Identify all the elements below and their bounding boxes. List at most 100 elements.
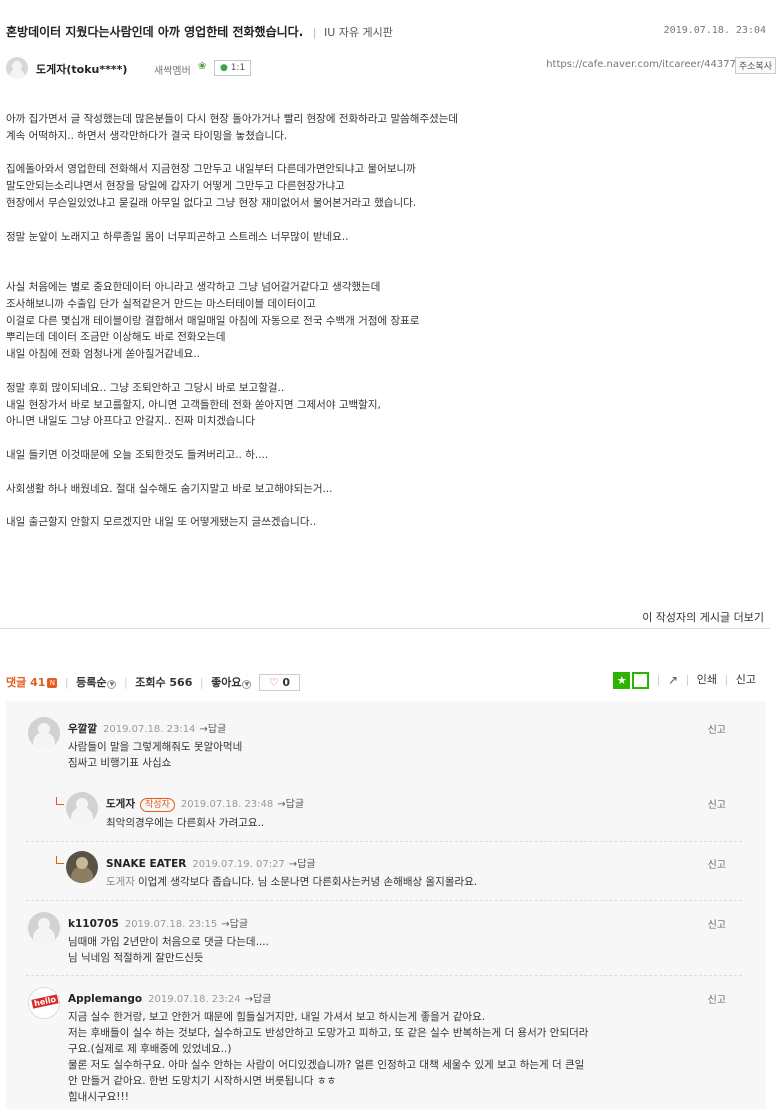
body-line: 사실 처음에는 별로 중요한데이터 아니라고 생각하고 그냥 넘어갈거같다고 생… — [6, 280, 381, 293]
print-link[interactable]: 인쇄 — [697, 673, 717, 686]
author-name[interactable]: 도게자(toku****) — [36, 61, 127, 77]
commenter-nick[interactable]: Applemango — [68, 993, 142, 1005]
report-link[interactable]: 신고 — [736, 673, 756, 686]
comment-date: 2019.07.18. 23:24 — [148, 994, 241, 1005]
reply-label: 답글 — [285, 799, 305, 810]
reply-label: 답글 — [297, 859, 316, 870]
author-badge: 작성자 — [139, 798, 175, 812]
comment-divider — [26, 975, 742, 976]
new-badge-icon: N — [47, 678, 58, 688]
comment-count[interactable]: 댓글 41 — [6, 676, 45, 689]
commenter-nick[interactable]: k110705 — [68, 918, 119, 930]
comment-date: 2019.07.18. 23:14 — [102, 724, 196, 735]
body-line: 내일 아침에 전화 엄청나게 쏟아질거같네요.. — [6, 348, 200, 361]
comment-line: 물론 저도 실수하구요. 아마 실수 안하는 사람이 어디있겠습니까? 얼른 인… — [68, 1059, 585, 1071]
reply-button[interactable]: →답글 — [289, 859, 316, 870]
body-line — [6, 212, 766, 229]
separator: | — [64, 676, 69, 689]
more-posts-link[interactable]: 이 작성자의 게시글 더보기 — [642, 609, 764, 625]
mention-tag[interactable]: 도게자 — [106, 876, 135, 888]
share-icon[interactable]: ↗ — [668, 673, 678, 687]
separator: | — [123, 676, 128, 689]
commenter-avatar[interactable] — [28, 912, 60, 944]
post-title: 혼방데이터 지웠다는사람인데 아까 영업한테 전화했습니다. — [6, 25, 304, 39]
star-icon[interactable]: ★ — [613, 671, 631, 689]
like-button[interactable]: ♡ 0 — [258, 674, 300, 691]
like-count: 0 — [282, 676, 290, 689]
comment-line: 사람들이 말을 그렇게해줘도 못알아먹네 — [68, 741, 243, 753]
separator: | — [685, 673, 690, 686]
separator: | — [199, 676, 204, 689]
commenter-avatar[interactable] — [66, 851, 98, 883]
post-date: 2019.07.18. 23:04 — [663, 25, 766, 36]
comment-report-link[interactable]: 신고 — [708, 796, 726, 811]
comment-date: 2019.07.19. 07:27 — [192, 859, 285, 870]
comment-text: 님때매 가입 2년만이 처음으로 댓글 다는데.... 님 닉네임 적절하게 잘… — [68, 934, 269, 966]
view-count: 조회수 566 — [135, 676, 193, 689]
commenter-avatar[interactable]: hello — [28, 987, 60, 1019]
body-line: 정말 후회 많이되네요.. 그냥 조퇴안하고 그당시 바로 보고할걸.. — [6, 381, 285, 394]
body-line: 뿌리는데 데이터 조금만 이상해도 바로 전화오는데 — [6, 331, 226, 344]
comment-report-link[interactable]: 신고 — [708, 916, 726, 931]
commenter-nick[interactable]: 우깔깔 — [68, 723, 97, 735]
comment-divider — [26, 841, 742, 842]
chevron-down-icon[interactable]: ▼ — [242, 680, 252, 689]
chevron-down-icon[interactable]: ▼ — [107, 680, 117, 689]
post-title-row: 혼방데이터 지웠다는사람인데 아까 영업한테 전화했습니다. | IU 자유 게… — [6, 23, 776, 43]
reply-indicator-icon — [56, 856, 64, 864]
comment-text: 최악의경우에는 다른회사 가려고요.. — [106, 815, 264, 831]
comment-report-link[interactable]: 신고 — [708, 856, 726, 871]
body-line: 내일 현장가서 바로 보고를할지, 아니면 고객들한테 전화 쏟아지면 그제서야… — [6, 398, 381, 411]
commenter-nick[interactable]: SNAKE EATER — [106, 858, 186, 870]
body-line — [6, 497, 766, 514]
body-line: 내일 들키면 이것때문에 오늘 조퇴한것도 들켜버리고.. 하.... — [6, 448, 269, 461]
sprout-icon: ❀ — [198, 61, 207, 72]
comment-line: 짐싸고 비행기표 사십쇼 — [68, 757, 172, 769]
reply-button[interactable]: →답글 — [277, 799, 304, 810]
comment-date: 2019.07.18. 23:48 — [180, 799, 274, 810]
sort-dropdown[interactable]: 등록순 — [76, 676, 106, 689]
body-line: 현장에서 무슨일있었냐고 묻길래 아무일 없다고 그냥 현장 재미없어서 물어본… — [6, 196, 417, 209]
reply-button[interactable]: →답글 — [221, 919, 248, 930]
separator: | — [724, 673, 729, 686]
comment-report-link[interactable]: 신고 — [708, 991, 726, 1006]
body-line: 계속 어떡하지.. 하면서 생각만하다가 결국 타이밍을 놓쳤습니다. — [6, 129, 288, 142]
separator: | — [656, 673, 661, 686]
body-line — [6, 262, 766, 279]
body-line: 아니면 내일도 그냥 아프다고 안갈지.. 진짜 미치겠습니다 — [6, 415, 255, 428]
author-row: 도게자(toku****) 새싹멤버 ❀ ● 1:1 https://cafe.… — [6, 57, 776, 81]
reply-button[interactable]: →답글 — [245, 994, 272, 1005]
commenter-nick[interactable]: 도게자 — [106, 798, 135, 810]
body-line: 집에돌아와서 영업한테 전화해서 지금현장 그만두고 내일부터 다른데가면안되냐… — [6, 163, 416, 176]
comment-item: k110705 2019.07.18. 23:15 →답글 신고 님때매 가입 2년… — [6, 904, 766, 974]
body-line: 사회생활 하나 배웠네요. 절대 실수해도 숨기지말고 바로 보고해야되는거..… — [6, 482, 333, 495]
reply-label: 답글 — [207, 724, 227, 735]
body-line — [6, 430, 766, 447]
comment-line: 님때매 가입 2년만이 처음으로 댓글 다는데.... — [68, 936, 269, 948]
heart-icon: ♡ — [268, 676, 279, 689]
board-link[interactable]: IU 자유 게시판 — [324, 26, 393, 39]
comment-item: hello Applemango 2019.07.18. 23:24 →답글 신고 … — [6, 979, 766, 1109]
commenter-avatar[interactable] — [28, 717, 60, 749]
comment-report-link[interactable]: 신고 — [708, 721, 726, 736]
comment-reply-item: SNAKE EATER 2019.07.19. 07:27 →답글 신고 도게자 이업… — [6, 846, 766, 904]
member-level: 새싹멤버 — [154, 66, 191, 77]
comment-text: 지금 실수 한거랑, 보고 안한거 때문에 힘들실거지만, 내일 가셔서 보고 … — [68, 1009, 588, 1105]
comment-line: 지금 실수 한거랑, 보고 안한거 때문에 힘들실거지만, 내일 가셔서 보고 … — [68, 1011, 486, 1023]
author-avatar[interactable] — [6, 57, 28, 79]
comment-list: 우깔깔 2019.07.18. 23:14 →답글 신고 사람들이 말을 그렇게해줘… — [6, 701, 766, 1109]
comment-line: 안 만들거 같아요. 한번 도망치기 시작하시면 버릇됩니다 ㅎㅎ — [68, 1075, 337, 1087]
commenter-avatar[interactable] — [66, 792, 98, 824]
chat-button[interactable]: ● 1:1 — [214, 60, 252, 76]
copy-url-button[interactable]: 주소복사 — [734, 57, 776, 74]
reply-button[interactable]: →답글 — [199, 724, 226, 735]
like-label[interactable]: 좋아요 — [211, 676, 241, 689]
scrap-icon[interactable] — [632, 671, 650, 689]
post-url: https://cafe.naver.com/itcareer/44377 — [546, 59, 736, 70]
comment-toolbar: 댓글 41 N | 등록순 ▼ | 조회수 566 | 좋아요 ▼ ♡ 0 ★ | ↗… — [6, 671, 776, 693]
comment-item: 우깔깔 2019.07.18. 23:14 →답글 신고 사람들이 말을 그렇게해줘… — [6, 701, 766, 791]
body-line: 아까 집가면서 글 작성했는데 많은분들이 다시 현장 돌아가거나 빨리 현장에… — [6, 113, 459, 125]
comment-line: 님 닉네임 적절하게 잘만드신듯 — [68, 952, 204, 964]
comment-line: 저는 후배들이 실수 하는 것보다, 실수하고도 반성안하고 도망가고 피하고,… — [68, 1027, 589, 1039]
comment-line: 구요.(실제로 제 후배중에 있었네요..) — [68, 1043, 232, 1055]
